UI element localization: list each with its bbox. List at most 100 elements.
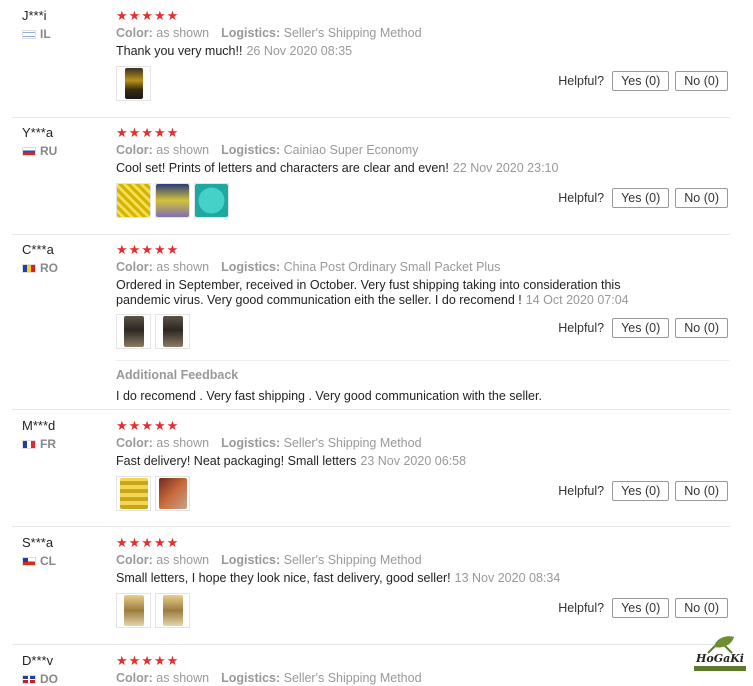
country-code: DO [40, 672, 58, 686]
package-photo [156, 184, 189, 217]
logistics-label: Logistics: [221, 553, 281, 567]
review-meta: Color: as shown Logistics: Seller's Shipp… [116, 436, 422, 450]
star-rating: ★★★★★ [116, 535, 180, 550]
color-label: Color: [116, 671, 153, 685]
reviewer-name: Y***a [22, 125, 54, 140]
helpful-yes-button[interactable]: Yes (0) [612, 598, 670, 618]
review-date: 14 Oct 2020 07:04 [525, 292, 629, 307]
review-image-thumbnail[interactable] [194, 183, 229, 218]
review-image-thumbnail[interactable] [116, 66, 151, 101]
color-label: Color: [116, 143, 153, 157]
review-images [116, 476, 190, 511]
dominican-republic-flag-icon [22, 674, 36, 684]
review-image-thumbnail[interactable] [155, 593, 190, 628]
star-rating: ★★★★★ [116, 653, 180, 668]
logistics-value: Seller's Shipping Method [283, 436, 422, 450]
logistics-value: Seller's Shipping Method [283, 26, 422, 40]
color-value: as shown [156, 143, 210, 157]
review-item: M***d FR ★★★★★ Color: as shown Logistics:… [0, 410, 753, 527]
review-images [116, 593, 190, 628]
additional-feedback-divider [116, 360, 730, 361]
logistics-value: Cainiao Super Economy [283, 143, 419, 157]
star-rating: ★★★★★ [116, 125, 180, 140]
reviewer-country: RU [22, 144, 57, 158]
helpful-no-button[interactable]: No (0) [675, 318, 728, 338]
helpful-yes-button[interactable]: Yes (0) [612, 71, 670, 91]
review-body: Fast delivery! Neat packaging! Small let… [116, 454, 357, 468]
review-text: Thank you very much!! 26 Nov 2020 08:35 [116, 44, 656, 59]
review-meta: Color: as shown Logistics: Seller's Shipp… [116, 26, 422, 40]
helpful-label: Helpful? [558, 601, 605, 615]
review-meta: Color: as shown Logistics: Seller's Shipp… [116, 553, 422, 567]
helpful-vote: Helpful? Yes (0) No (0) [558, 598, 728, 618]
review-images [116, 183, 229, 218]
review-item: J***i IL ★★★★★ Color: as shown Logistics:… [0, 0, 753, 118]
helpful-vote: Helpful? Yes (0) No (0) [558, 71, 728, 91]
country-code: CL [40, 554, 56, 568]
phone-photo [124, 68, 143, 99]
helpful-yes-button[interactable]: Yes (0) [612, 188, 670, 208]
reviewer-country: IL [22, 27, 51, 41]
helpful-no-button[interactable]: No (0) [675, 71, 728, 91]
country-code: FR [40, 437, 56, 451]
helpful-label: Helpful? [558, 321, 605, 335]
reviewer-country: CL [22, 554, 56, 568]
country-code: RO [40, 261, 58, 275]
star-rating: ★★★★★ [116, 242, 180, 257]
reviewer-country: RO [22, 261, 58, 275]
review-meta: Color: as shown Logistics: China Post Ord… [116, 260, 500, 274]
color-value: as shown [156, 671, 210, 685]
coins-photo [119, 478, 148, 509]
review-image-thumbnail[interactable] [155, 476, 190, 511]
review-image-thumbnail[interactable] [116, 183, 151, 218]
review-image-thumbnail[interactable] [155, 183, 190, 218]
country-code: RU [40, 144, 58, 158]
helpful-vote: Helpful? Yes (0) No (0) [558, 188, 728, 208]
review-date: 22 Nov 2020 23:10 [452, 161, 559, 175]
review-images [116, 314, 190, 349]
additional-feedback-text: I do recomend . Very fast shipping . Ver… [116, 389, 542, 403]
color-value: as shown [156, 436, 210, 450]
review-image-thumbnail[interactable] [116, 314, 151, 349]
color-label: Color: [116, 26, 153, 40]
helpful-vote: Helpful? Yes (0) No (0) [558, 318, 728, 338]
review-meta: Color: as shown Logistics: Cainiao Super … [116, 143, 418, 157]
logistics-label: Logistics: [221, 143, 281, 157]
review-body: Thank you very much!! [116, 44, 243, 58]
color-label: Color: [116, 553, 153, 567]
color-value: as shown [156, 26, 210, 40]
helpful-no-button[interactable]: No (0) [675, 598, 728, 618]
reviewer-country: DO [22, 672, 58, 686]
review-item: Y***a RU ★★★★★ Color: as shown Logistics:… [0, 117, 753, 234]
color-label: Color: [116, 260, 153, 274]
review-text: Ordered in September, received in Octobe… [116, 278, 646, 307]
star-rating: ★★★★★ [116, 418, 180, 433]
logistics-value: Seller's Shipping Method [283, 553, 422, 567]
helpful-vote: Helpful? Yes (0) No (0) [558, 481, 728, 501]
helpful-label: Helpful? [558, 74, 605, 88]
logo-tagline-bar [694, 666, 746, 671]
helpful-label: Helpful? [558, 191, 605, 205]
logistics-label: Logistics: [221, 671, 281, 685]
helpful-label: Helpful? [558, 484, 605, 498]
helpful-no-button[interactable]: No (0) [675, 188, 728, 208]
logo-text: HoGaKi [696, 652, 744, 665]
review-image-thumbnail[interactable] [116, 593, 151, 628]
review-image-thumbnail[interactable] [116, 476, 151, 511]
reviewer-name: D***v [22, 653, 54, 668]
reviewer-name: C***a [22, 242, 54, 257]
logistics-value: China Post Ordinary Small Packet Plus [283, 260, 501, 274]
logistics-value: Seller's Shipping Method [283, 671, 422, 685]
review-image-thumbnail[interactable] [155, 314, 190, 349]
helpful-no-button[interactable]: No (0) [675, 481, 728, 501]
reviewer-name: J***i [22, 8, 47, 23]
helpful-yes-button[interactable]: Yes (0) [612, 481, 670, 501]
review-date: 23 Nov 2020 06:58 [360, 454, 467, 468]
review-meta: Color: as shown Logistics: Seller's Shipp… [116, 671, 422, 685]
reviewer-name: S***a [22, 535, 54, 550]
color-value: as shown [156, 553, 210, 567]
romania-flag-icon [22, 263, 36, 273]
gold-photo [162, 595, 183, 626]
gold-photo [123, 595, 144, 626]
helpful-yes-button[interactable]: Yes (0) [612, 318, 670, 338]
